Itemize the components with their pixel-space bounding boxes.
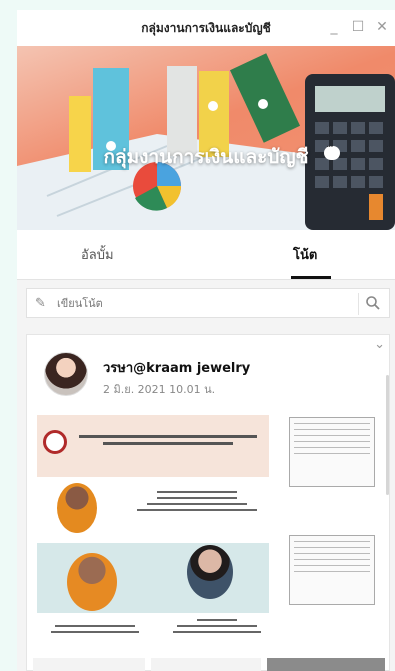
window-title: กลุ่มงานการเงินและบัญชี <box>141 20 271 35</box>
write-note-label: เขียนโน้ต <box>57 297 103 310</box>
person-photo-icon <box>57 483 97 533</box>
pencil-icon: ✎ <box>35 295 46 311</box>
tab-notes[interactable]: โน้ต <box>293 244 317 265</box>
close-button[interactable]: ✕ <box>375 18 389 36</box>
document-thumbnail[interactable] <box>289 417 375 487</box>
chat-icon[interactable] <box>324 142 340 160</box>
tab-bar: อัลบั้ม โน้ต <box>17 230 395 280</box>
document-thumbnail-2[interactable] <box>289 535 375 605</box>
divider <box>358 293 359 315</box>
chevron-down-icon[interactable]: ⌄ <box>374 337 385 352</box>
search-icon[interactable] <box>365 295 381 311</box>
notes-toolbar: ✎ เขียนโน้ต <box>17 280 395 326</box>
cover-illustration <box>17 53 395 230</box>
image-heading-lines <box>73 431 263 449</box>
minimize-button[interactable]: _ <box>327 18 341 36</box>
document-thumbnail-3[interactable] <box>33 658 145 671</box>
note-preview-image[interactable] <box>37 415 269 645</box>
maximize-button[interactable]: ☐ <box>351 18 365 36</box>
tab-album[interactable]: อัลบั้ม <box>81 244 114 265</box>
person-photo-icon-2 <box>67 553 117 611</box>
image-caption-lines <box>127 487 267 515</box>
document-thumbnail-4[interactable] <box>151 658 261 671</box>
notes-feed: ⌄ วรษา@kraam jewelry 2 มิ.ย. 2021 10.01 … <box>17 326 395 671</box>
write-note-button[interactable]: ✎ เขียนโน้ต <box>26 288 390 318</box>
university-emblem-icon <box>43 430 67 454</box>
app-window: กลุ่มงานการเงินและบัญชี _ ☐ ✕ กลุ่มงานกา… <box>17 10 395 671</box>
image-footer-lines <box>45 621 145 637</box>
title-bar: กลุ่มงานการเงินและบัญชี _ ☐ ✕ <box>17 10 395 46</box>
window-controls: _ ☐ ✕ <box>327 18 389 36</box>
person-photo-icon-3 <box>187 545 233 599</box>
active-tab-indicator <box>291 276 331 279</box>
document-thumbnail-5[interactable] <box>267 658 385 671</box>
group-cover-photo: กลุ่มงานการเงินและบัญชี <box>17 46 395 230</box>
avatar[interactable] <box>44 352 88 396</box>
image-footer-lines-2 <box>167 615 267 637</box>
post-author[interactable]: วรษา@kraam jewelry <box>103 357 250 378</box>
post-timestamp[interactable]: 2 มิ.ย. 2021 10.01 น. <box>103 380 215 398</box>
scrollbar[interactable] <box>386 375 389 495</box>
note-post[interactable]: ⌄ วรษา@kraam jewelry 2 มิ.ย. 2021 10.01 … <box>26 334 390 671</box>
